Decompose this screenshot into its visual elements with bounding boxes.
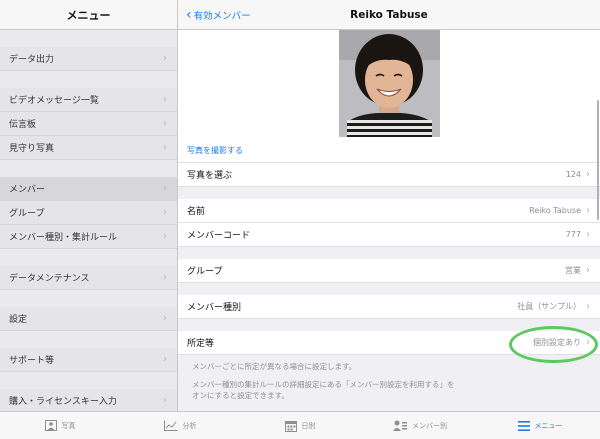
chevron-right-icon: ›: [163, 94, 167, 105]
chevron-right-icon: ›: [163, 118, 167, 129]
sidebar-item-label: ビデオメッセージ一覧: [9, 96, 99, 106]
member-photo[interactable]: [339, 30, 440, 137]
back-button-label: 有効メンバー: [193, 10, 251, 22]
chevron-right-icon: ›: [586, 169, 590, 180]
navigation-bar: ‹ 有効メンバー Reiko Tabuse: [178, 0, 600, 30]
sidebar-item-label: 設定: [9, 315, 28, 325]
row-label: 所定等: [187, 339, 215, 349]
sidebar-item-label: メンバー種別・集計ルール: [9, 233, 118, 243]
chevron-right-icon: ›: [163, 142, 167, 153]
group-row[interactable]: グループ 営業 ›: [178, 259, 600, 283]
sidebar-item-message-board[interactable]: 伝言板 ›: [0, 112, 177, 136]
sidebar-item-watch-photos[interactable]: 見守り写真 ›: [0, 136, 177, 160]
chevron-right-icon: ›: [586, 337, 590, 348]
row-label: メンバーコード: [187, 231, 251, 241]
tab-label: メニュー: [534, 421, 563, 430]
member-code-value: 777: [565, 230, 581, 239]
chevron-right-icon: ›: [163, 183, 167, 194]
tab-photos[interactable]: 写真: [0, 412, 120, 439]
sidebar-item-label: データ出力: [9, 55, 55, 65]
sidebar-item-label: 購入・ライセンスキー入力: [9, 397, 117, 407]
sidebar-item-data-export[interactable]: データ出力 ›: [0, 47, 177, 71]
name-value: Reiko Tabuse: [529, 206, 581, 215]
row-label: メンバー種別: [187, 303, 242, 313]
sidebar-item-label: 見守り写真: [9, 144, 55, 154]
tab-menu[interactable]: メニュー: [480, 412, 600, 439]
sidebar: メニュー データ出力 › ビデオメッセージ一覧 › 伝言板 › 見守り写真 › …: [0, 0, 178, 413]
chevron-right-icon: ›: [586, 301, 590, 312]
sidebar-item-support[interactable]: サポート等 ›: [0, 348, 177, 372]
tab-bar: 写真 分析 日別 メンバー別 メニュー: [0, 411, 600, 439]
tab-label: 分析: [182, 421, 197, 430]
tab-label: 写真: [61, 421, 76, 430]
sidebar-item-member-types[interactable]: メンバー種別・集計ルール ›: [0, 225, 177, 249]
member-icon: [393, 420, 407, 431]
chevron-right-icon: ›: [163, 313, 167, 324]
row-label: 写真を選ぶ: [187, 171, 233, 181]
group-value: 営業: [565, 266, 581, 275]
help-note-line: メンバー種別の集計ルールの詳細設定にある「メンバー別設定を利用する」を: [192, 380, 455, 389]
take-photo-link[interactable]: 写真を撮影する: [187, 145, 243, 156]
photo-count: 124: [565, 170, 581, 179]
sidebar-item-label: サポート等: [9, 356, 55, 366]
workplace-value: 個別設定あり: [533, 338, 581, 347]
chevron-right-icon: ›: [163, 207, 167, 218]
sidebar-item-data-maintenance[interactable]: データメンテナンス ›: [0, 266, 177, 290]
chevron-right-icon: ›: [163, 272, 167, 283]
chevron-right-icon: ›: [163, 395, 167, 406]
sidebar-item-label: メンバー: [9, 185, 46, 195]
tab-label: メンバー別: [412, 421, 447, 430]
chevron-right-icon: ›: [163, 231, 167, 242]
portrait-illustration: [339, 30, 440, 137]
sidebar-item-label: 伝言板: [9, 120, 37, 130]
help-note: メンバーごとに所定が異なる場合に設定します。 メンバー種別の集計ルールの詳細設定…: [178, 355, 600, 401]
name-row[interactable]: 名前 Reiko Tabuse ›: [178, 199, 600, 223]
member-type-row[interactable]: メンバー種別 社員（サンプル） ›: [178, 295, 600, 319]
tab-by-member[interactable]: メンバー別: [360, 412, 480, 439]
tab-daily[interactable]: 日別: [240, 412, 360, 439]
row-label: 名前: [187, 207, 206, 217]
row-label: グループ: [187, 267, 223, 277]
scrollbar[interactable]: [597, 100, 599, 220]
sidebar-item-groups[interactable]: グループ ›: [0, 201, 177, 225]
sidebar-item-purchase-license[interactable]: 購入・ライセンスキー入力 ›: [0, 389, 177, 413]
tab-analysis[interactable]: 分析: [120, 412, 240, 439]
menu-icon: [517, 420, 530, 431]
chevron-right-icon: ›: [163, 53, 167, 64]
calendar-icon: [284, 420, 297, 432]
back-button[interactable]: ‹ 有効メンバー: [178, 8, 251, 22]
workplace-settings-row[interactable]: 所定等 個別設定あり ›: [178, 331, 600, 355]
tab-label: 日別: [301, 421, 316, 430]
sidebar-item-label: データメンテナンス: [9, 274, 90, 284]
chevron-right-icon: ›: [586, 205, 590, 216]
chevron-right-icon: ›: [586, 229, 590, 240]
sidebar-item-settings[interactable]: 設定 ›: [0, 307, 177, 331]
sidebar-title: メニュー: [0, 0, 177, 30]
chart-icon: [163, 420, 177, 431]
help-note-line: メンバーごとに所定が異なる場合に設定します。: [192, 362, 357, 371]
sidebar-item-label: グループ: [9, 209, 45, 219]
chevron-right-icon: ›: [163, 354, 167, 365]
member-code-row[interactable]: メンバーコード 777 ›: [178, 223, 600, 247]
member-detail: ‹ 有効メンバー Reiko Tabuse 写真を撮影する 写真を選ぶ 124 …: [178, 0, 600, 411]
choose-photo-row[interactable]: 写真を選ぶ 124 ›: [178, 163, 600, 187]
help-note-line: オンにすると設定できます。: [192, 391, 289, 400]
member-type-value: 社員（サンプル）: [517, 302, 581, 311]
photo-section: 写真を撮影する: [178, 30, 600, 163]
chevron-left-icon: ‹: [186, 6, 192, 23]
photo-icon: [44, 420, 57, 431]
chevron-right-icon: ›: [586, 265, 590, 276]
sidebar-item-video-messages[interactable]: ビデオメッセージ一覧 ›: [0, 88, 177, 112]
sidebar-item-members[interactable]: メンバー ›: [0, 177, 177, 201]
